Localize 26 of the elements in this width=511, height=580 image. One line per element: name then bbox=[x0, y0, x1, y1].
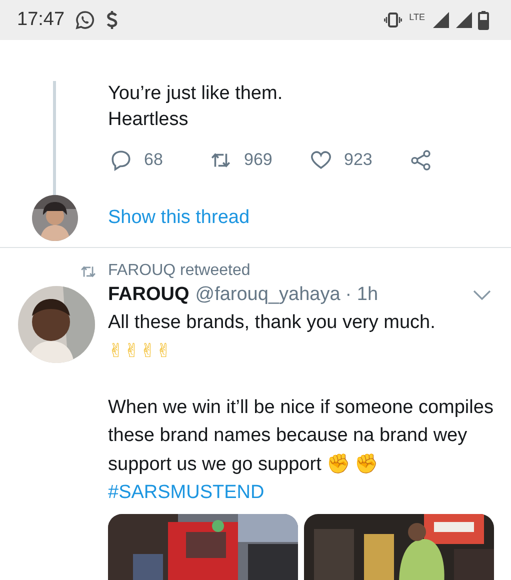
count: 923 bbox=[344, 150, 372, 170]
show-thread-link[interactable]: Show this thread bbox=[108, 195, 250, 241]
tweet-text: You’re just like them. bbox=[108, 82, 283, 106]
signal-icon bbox=[455, 11, 473, 29]
tweet-text: Heartless bbox=[108, 108, 188, 132]
share-icon[interactable] bbox=[410, 149, 432, 171]
battery-icon bbox=[478, 10, 489, 30]
hashtag-link[interactable]: #SARSMUSTEND bbox=[108, 482, 264, 503]
reply-icon[interactable] bbox=[110, 149, 132, 171]
clock: 17:47 bbox=[17, 9, 65, 31]
retweet-label: FAROUQ retweeted bbox=[108, 262, 250, 280]
author-name: FAROUQ bbox=[108, 284, 190, 306]
avatar bbox=[32, 195, 78, 241]
whatsapp-icon bbox=[74, 10, 95, 30]
author-handle: @farouq_yahaya bbox=[195, 284, 340, 306]
network-type: LTE bbox=[409, 12, 425, 22]
tweet-time: · 1h bbox=[345, 284, 378, 306]
vibrate-icon bbox=[384, 12, 402, 28]
tweet-text: When we win it’ll be nice if someone compiles these brand names because na brand wey support us we go support ✊ ✊ #SARSMUSTEND bbox=[108, 396, 494, 505]
count: 969 bbox=[244, 150, 272, 170]
count: 68 bbox=[144, 150, 163, 170]
dollar-icon bbox=[104, 10, 119, 30]
tweet-text: All these brands, thank you very much. ✌✌✌✌ bbox=[108, 311, 436, 364]
heart-icon[interactable] bbox=[310, 149, 332, 171]
chevron-down-icon[interactable] bbox=[473, 290, 491, 300]
signal-icon bbox=[432, 11, 450, 29]
